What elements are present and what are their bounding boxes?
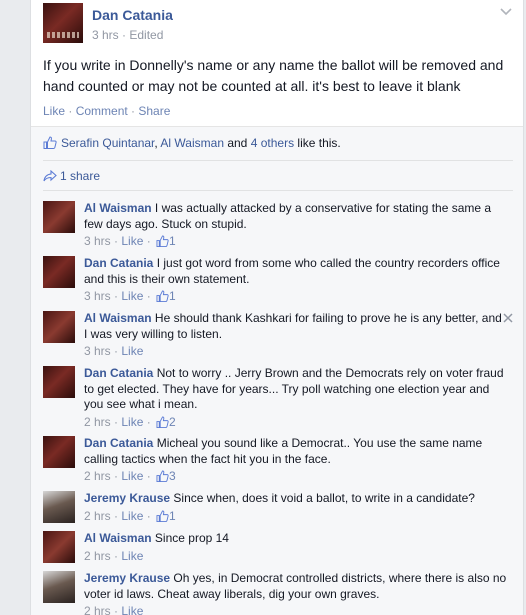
comment-author[interactable]: Dan Catania bbox=[84, 256, 153, 270]
commenter-avatar[interactable] bbox=[43, 436, 75, 468]
comment-meta: 3 hrs · Like · 1 bbox=[84, 234, 508, 252]
comment-like-link[interactable]: Like bbox=[121, 469, 143, 483]
comment-meta: 2 hrs · Like bbox=[84, 548, 144, 563]
commenter-avatar[interactable] bbox=[43, 311, 75, 343]
comment-like-link[interactable]: Like bbox=[121, 344, 143, 358]
share-icon bbox=[43, 169, 57, 185]
comment-like-link[interactable]: Like bbox=[121, 549, 143, 563]
post-actions: Like · Comment · Share bbox=[43, 104, 171, 118]
thumbs-up-icon bbox=[156, 509, 169, 527]
comment-timestamp[interactable]: 3 hrs bbox=[84, 344, 111, 358]
comment-like-link[interactable]: Like bbox=[121, 289, 143, 303]
comment-meta: 2 hrs · Like · 2 bbox=[84, 415, 508, 433]
likes-suffix: like this. bbox=[294, 136, 341, 150]
comment-like-count[interactable]: 2 bbox=[169, 415, 176, 429]
comment-author[interactable]: Jeremy Krause bbox=[84, 571, 170, 585]
commenter-avatar[interactable] bbox=[43, 366, 75, 398]
comment-timestamp[interactable]: 2 hrs bbox=[84, 415, 111, 429]
liker-name-2[interactable]: Al Waisman bbox=[160, 136, 224, 150]
comment-like-count[interactable]: 1 bbox=[169, 289, 176, 303]
comment-author[interactable]: Al Waisman bbox=[84, 201, 152, 215]
divider bbox=[43, 160, 513, 161]
chevron-down-icon[interactable] bbox=[499, 7, 513, 21]
comment-like-count[interactable]: 1 bbox=[169, 509, 176, 523]
thumbs-up-icon bbox=[156, 415, 169, 433]
share-count[interactable]: 1 share bbox=[43, 169, 100, 185]
comment-timestamp[interactable]: 3 hrs bbox=[84, 289, 111, 303]
feedback-section: Serafin Quintanar, Al Waisman and 4 othe… bbox=[31, 126, 523, 615]
likes-summary: Serafin Quintanar, Al Waisman and 4 othe… bbox=[43, 136, 341, 154]
thumbs-up-icon bbox=[156, 290, 169, 307]
comment-like-link[interactable]: Like bbox=[121, 509, 143, 523]
post-card: Dan Catania 3 hrs · Edited If you write … bbox=[30, 0, 524, 615]
comment-author[interactable]: Dan Catania bbox=[84, 436, 153, 450]
thumbs-up-icon bbox=[43, 136, 57, 152]
commenter-avatar[interactable] bbox=[43, 571, 75, 603]
comment-author[interactable]: Al Waisman bbox=[84, 311, 152, 325]
post-timestamp[interactable]: 3 hrs bbox=[92, 28, 119, 42]
post-edited-label[interactable]: Edited bbox=[129, 28, 163, 42]
comment-timestamp[interactable]: 3 hrs bbox=[84, 234, 111, 248]
post-author-name[interactable]: Dan Catania bbox=[92, 7, 173, 23]
comment-timestamp[interactable]: 2 hrs bbox=[84, 469, 111, 483]
comment-meta: 3 hrs · Like · 1 bbox=[84, 289, 508, 307]
comment-meta: 2 hrs · Like bbox=[84, 604, 508, 615]
comment-timestamp[interactable]: 2 hrs bbox=[84, 509, 111, 523]
like-link[interactable]: Like bbox=[43, 104, 65, 118]
likes-and-text: and bbox=[224, 136, 251, 150]
post-header: Dan Catania 3 hrs · Edited bbox=[43, 3, 513, 47]
comment-timestamp[interactable]: 2 hrs bbox=[84, 604, 111, 615]
comment-like-link[interactable]: Like bbox=[121, 234, 143, 248]
comment-meta: 2 hrs · Like · 3 bbox=[84, 469, 508, 487]
comment-meta: 2 hrs · Like · 1 bbox=[84, 509, 508, 527]
share-count-label[interactable]: 1 share bbox=[60, 169, 100, 183]
likes-others-link[interactable]: 4 others bbox=[251, 136, 294, 150]
commenter-avatar[interactable] bbox=[43, 256, 75, 288]
commenter-avatar[interactable] bbox=[43, 491, 75, 523]
comment-author[interactable]: Al Waisman bbox=[84, 531, 152, 545]
thumbs-up-icon bbox=[156, 470, 169, 487]
comment-meta: 3 hrs · Like bbox=[84, 344, 144, 358]
comment-like-count[interactable]: 3 bbox=[169, 469, 176, 483]
comment-link[interactable]: Comment bbox=[76, 104, 128, 118]
close-icon[interactable] bbox=[503, 311, 513, 325]
post-text: If you write in Donnelly's name or any n… bbox=[43, 57, 504, 94]
comment-text: Since when, does it void a ballot, to wr… bbox=[173, 491, 475, 505]
share-link[interactable]: Share bbox=[138, 104, 170, 118]
thumbs-up-icon bbox=[156, 235, 169, 252]
commenter-avatar[interactable] bbox=[43, 201, 75, 233]
author-avatar[interactable] bbox=[43, 3, 83, 43]
comment-text: Since prop 14 bbox=[154, 531, 229, 545]
comment-author[interactable]: Jeremy Krause bbox=[84, 491, 170, 505]
comment-like-link[interactable]: Like bbox=[121, 415, 143, 429]
comment-like-link[interactable]: Like bbox=[121, 604, 143, 615]
commenter-avatar[interactable] bbox=[43, 531, 75, 563]
divider bbox=[43, 190, 513, 191]
liker-name-1[interactable]: Serafin Quintanar bbox=[61, 136, 154, 150]
post-meta: 3 hrs · Edited bbox=[92, 28, 164, 42]
comment-author[interactable]: Dan Catania bbox=[84, 366, 153, 380]
comment-timestamp[interactable]: 2 hrs bbox=[84, 549, 111, 563]
comment-like-count[interactable]: 1 bbox=[169, 234, 176, 248]
